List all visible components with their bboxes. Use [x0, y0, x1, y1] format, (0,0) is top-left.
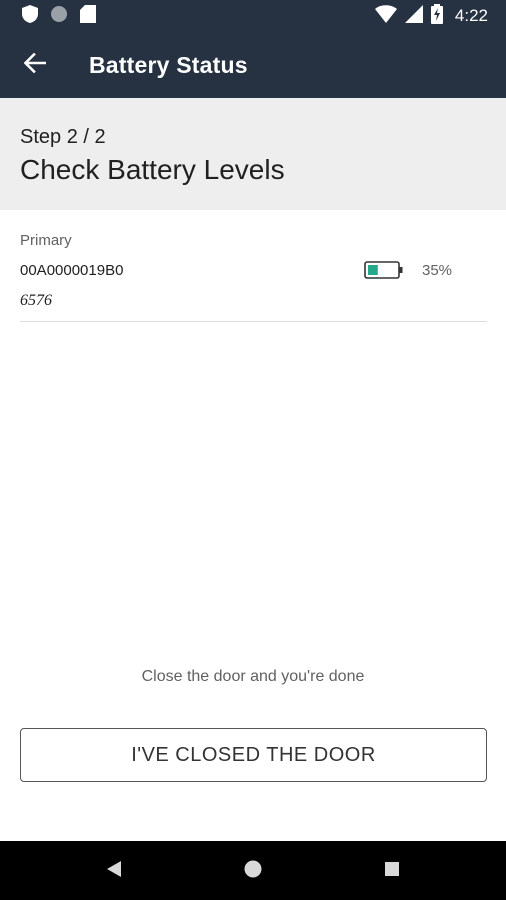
circle-status-icon	[50, 5, 68, 28]
status-time: 4:22	[454, 6, 488, 25]
nav-home-button[interactable]	[241, 859, 265, 883]
system-nav-bar	[0, 841, 506, 900]
device-id: 00A0000019B0	[20, 262, 124, 279]
device-code: 6576	[20, 292, 52, 309]
status-bar-right: 4:22	[374, 3, 488, 29]
sd-card-icon	[80, 4, 96, 28]
closed-door-button[interactable]: I'VE CLOSED THE DOOR	[20, 728, 487, 782]
status-bar-left	[22, 4, 96, 28]
step-header: Step 2 / 2 Check Battery Levels	[0, 98, 506, 210]
device-type-label: Primary	[20, 232, 72, 249]
shield-icon	[22, 4, 38, 28]
step-title: Check Battery Levels	[20, 154, 285, 185]
nav-back-button[interactable]	[102, 859, 126, 883]
instruction-text: Close the door and you're done	[141, 668, 365, 685]
step-counter: Step 2 / 2	[20, 126, 106, 148]
arrow-left-icon	[23, 52, 47, 78]
cell-signal-icon	[404, 4, 423, 28]
app-bar: Battery Status	[0, 32, 506, 98]
page-title: Battery Status	[89, 52, 248, 78]
battery-percent: 35%	[422, 262, 453, 279]
home-circle-icon	[243, 859, 263, 884]
status-bar: 4:22	[0, 0, 506, 32]
back-button[interactable]	[14, 44, 56, 86]
battery-charging-icon	[430, 3, 443, 29]
battery-level-icon	[364, 260, 404, 280]
list-item: Primary 00A0000019B0 6576 35%	[20, 222, 487, 322]
recents-square-icon	[383, 860, 401, 883]
wifi-icon	[374, 4, 397, 28]
back-triangle-icon	[106, 860, 122, 883]
nav-recents-button[interactable]	[380, 859, 404, 883]
